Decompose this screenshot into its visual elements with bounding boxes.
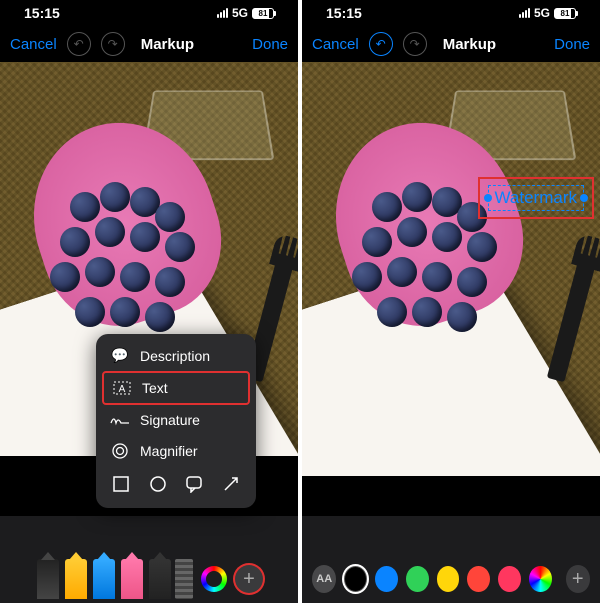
swatch-pinkred[interactable] — [498, 566, 521, 592]
done-button[interactable]: Done — [554, 36, 590, 53]
color-picker-icon[interactable] — [201, 566, 227, 592]
popup-magnifier[interactable]: Magnifier — [102, 435, 250, 467]
network-label: 5G — [232, 6, 248, 20]
speech-bubble-icon: 💬 — [110, 347, 130, 364]
swatch-yellow[interactable] — [437, 566, 460, 592]
undo-icon[interactable]: ↶ — [369, 32, 393, 56]
popup-shapes-row — [102, 467, 250, 502]
undo-icon[interactable]: ↶ — [67, 32, 91, 56]
popup-text[interactable]: A Text — [102, 371, 250, 405]
resize-handle-right[interactable] — [580, 194, 588, 202]
resize-handle-left[interactable] — [484, 194, 492, 202]
popup-magnifier-label: Magnifier — [140, 443, 198, 459]
status-time: 15:15 — [326, 5, 362, 21]
photo-canvas[interactable]: Watermark — [302, 62, 600, 516]
text-toolbar: AA + — [302, 516, 600, 603]
highlighter-tool[interactable] — [65, 559, 87, 599]
text-box-icon: A — [112, 381, 132, 395]
page-title: Markup — [443, 36, 496, 53]
popup-text-label: Text — [142, 380, 168, 396]
redo-icon[interactable]: ↷ — [101, 32, 125, 56]
done-button[interactable]: Done — [252, 36, 288, 53]
nav-bar: Cancel ↶ ↷ Markup Done — [0, 26, 298, 62]
pencil-tool[interactable] — [93, 559, 115, 599]
add-button[interactable]: + — [566, 565, 590, 593]
magnifier-icon — [110, 442, 130, 460]
photo-canvas[interactable]: 💬 Description A Text Signature Magnifier — [0, 62, 298, 516]
arrow-shape-icon[interactable] — [222, 475, 240, 498]
markup-toolbar: + — [0, 516, 298, 603]
swatch-green[interactable] — [406, 566, 429, 592]
status-time: 15:15 — [24, 5, 60, 21]
signature-icon — [110, 413, 130, 427]
status-right: 5G 81 — [519, 6, 576, 20]
lasso-tool[interactable] — [149, 559, 171, 599]
swatch-blue[interactable] — [375, 566, 398, 592]
signal-icon — [519, 8, 530, 18]
status-bar: 15:15 5G 81 — [0, 0, 298, 26]
watermark-text: Watermark — [495, 188, 578, 207]
watermark-highlight: Watermark — [478, 177, 595, 219]
network-label: 5G — [534, 6, 550, 20]
add-popup: 💬 Description A Text Signature Magnifier — [96, 334, 256, 508]
add-button[interactable]: + — [235, 565, 263, 593]
pen-tool[interactable] — [37, 559, 59, 599]
redo-icon[interactable]: ↷ — [403, 32, 427, 56]
battery-icon: 81 — [554, 8, 576, 19]
signal-icon — [217, 8, 228, 18]
popup-signature[interactable]: Signature — [102, 405, 250, 435]
speech-shape-icon[interactable] — [185, 475, 203, 498]
battery-icon: 81 — [252, 8, 274, 19]
square-shape-icon[interactable] — [112, 475, 130, 498]
ruler-tool[interactable] — [175, 559, 193, 599]
text-annotation[interactable]: Watermark — [488, 185, 585, 211]
circle-shape-icon[interactable] — [149, 475, 167, 498]
popup-description-label: Description — [140, 348, 210, 364]
swatch-black[interactable] — [344, 566, 367, 592]
cancel-button[interactable]: Cancel — [10, 36, 57, 53]
color-picker-icon[interactable] — [529, 566, 552, 592]
phone-left: 15:15 5G 81 Cancel ↶ ↷ Markup Done — [0, 0, 298, 603]
page-title: Markup — [141, 36, 194, 53]
popup-signature-label: Signature — [140, 412, 200, 428]
swatch-red[interactable] — [467, 566, 490, 592]
popup-description[interactable]: 💬 Description — [102, 340, 250, 371]
svg-text:A: A — [119, 384, 126, 395]
phone-right: 15:15 5G 81 Cancel ↶ ↷ Markup Done — [302, 0, 600, 603]
status-bar: 15:15 5G 81 — [302, 0, 600, 26]
cancel-button[interactable]: Cancel — [312, 36, 359, 53]
nav-bar: Cancel ↶ ↷ Markup Done — [302, 26, 600, 62]
status-right: 5G 81 — [217, 6, 274, 20]
eraser-tool[interactable] — [121, 559, 143, 599]
font-style-button[interactable]: AA — [312, 565, 336, 593]
